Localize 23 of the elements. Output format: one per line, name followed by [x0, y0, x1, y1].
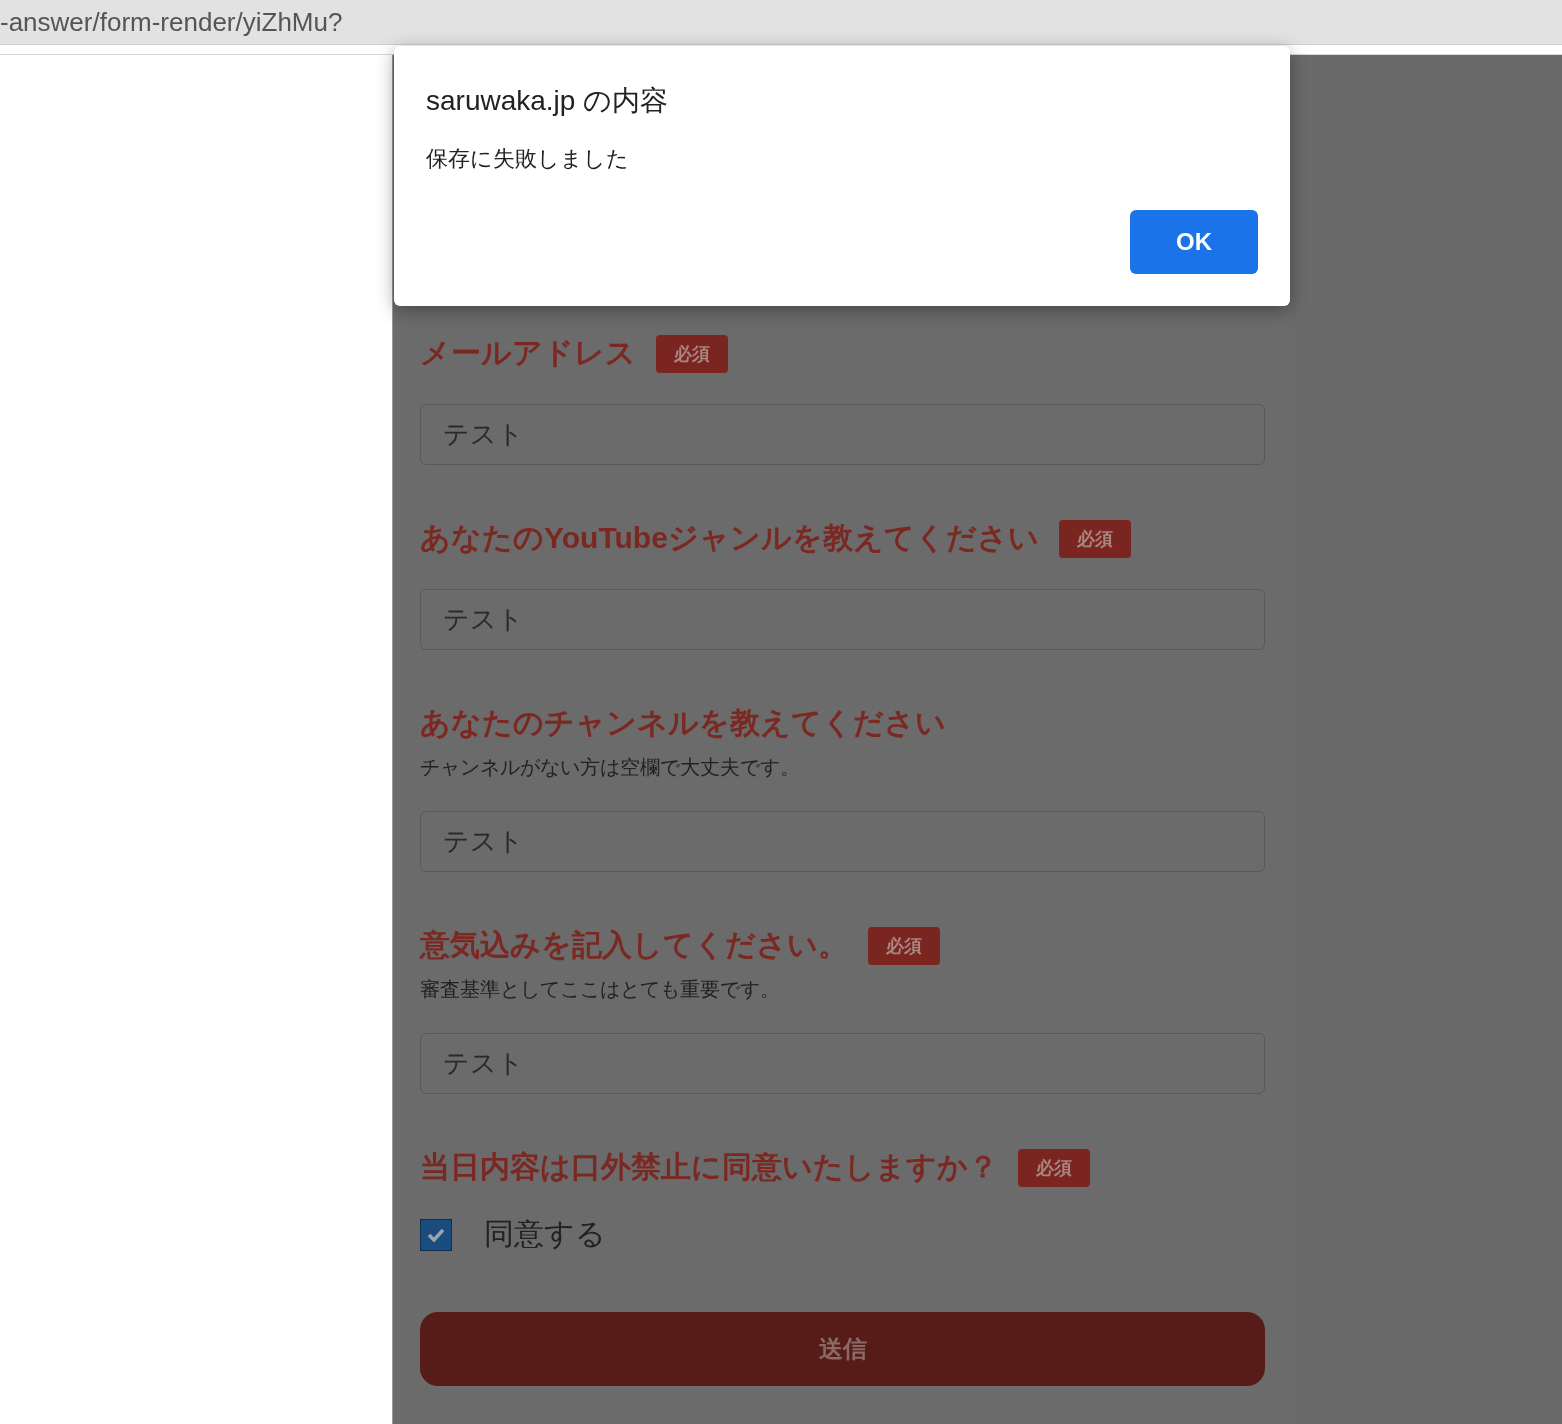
required-badge: 必須	[868, 926, 940, 965]
question-note: チャンネルがない方は空欄で大丈夫です。	[420, 755, 801, 780]
required-badge: 必須	[1058, 519, 1131, 558]
required-badge: 必須	[656, 334, 728, 373]
answer-field[interactable]: テスト	[420, 811, 1265, 872]
question-label: あなたのYouTubeジャンルを教えてください	[420, 520, 1039, 556]
required-badge: 必須	[1018, 1148, 1090, 1187]
question-label: 意気込みを記入してください。	[420, 927, 848, 963]
url-text[interactable]: -answer/form-render/yiZhMu?	[0, 6, 343, 38]
submit-button[interactable]: 送信	[420, 1312, 1265, 1386]
check-icon	[426, 1226, 446, 1243]
question-note: 審査基準としてここはとても重要です。	[420, 977, 781, 1002]
question-label: 当日内容は口外禁止に同意いたしますか？	[420, 1149, 998, 1185]
question-label: メールアドレス	[420, 335, 636, 371]
question-label: あなたのチャンネルを教えてください	[420, 705, 946, 741]
ok-button[interactable]: OK	[1130, 210, 1258, 274]
answer-field[interactable]: テスト	[420, 589, 1265, 650]
dialog-message: 保存に失敗しました	[426, 145, 630, 173]
answer-field[interactable]: テスト	[420, 404, 1265, 465]
answer-field[interactable]: テスト	[420, 1033, 1265, 1094]
checkbox-label[interactable]: 同意する	[484, 1214, 606, 1255]
dialog-title: saruwaka.jp の内容	[426, 84, 670, 118]
checkbox[interactable]	[420, 1218, 452, 1251]
